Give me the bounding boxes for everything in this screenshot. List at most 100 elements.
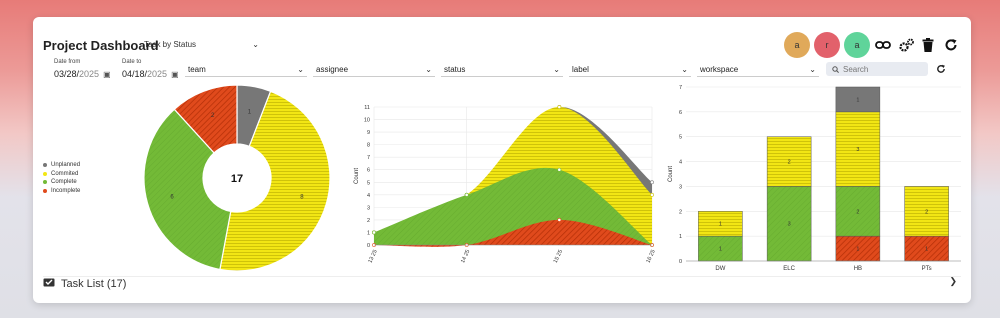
area-series-unplanned[interactable] — [374, 106, 652, 245]
date-to-label: Date to — [122, 59, 142, 65]
y-tick-label: 2 — [679, 209, 682, 215]
y-tick-label: 7 — [679, 85, 682, 91]
area-series-complete[interactable] — [374, 167, 652, 245]
area-point — [650, 243, 654, 247]
date-to-input[interactable]: 04/18/2025 ▣ — [122, 69, 179, 79]
y-tick-label: 6 — [367, 168, 370, 174]
refresh-icon[interactable] — [942, 36, 960, 54]
x-tick-label: PTs — [922, 266, 932, 272]
area-series-incomplete[interactable] — [374, 219, 652, 247]
bar-segment-incomplete[interactable] — [835, 235, 881, 262]
bar-segment-complete[interactable] — [698, 235, 743, 262]
bar-segment-complete[interactable] — [766, 186, 812, 262]
chevron-down-icon[interactable]: ❯ — [949, 276, 957, 287]
y-tick-label: 0 — [679, 259, 682, 265]
bar-segment-commited[interactable] — [698, 211, 743, 237]
workspace-filter[interactable]: workspace ⌄ — [697, 63, 819, 77]
refresh-filters-icon[interactable] — [933, 61, 949, 77]
avatar[interactable]: r — [814, 32, 840, 58]
status-filter[interactable]: status ⌄ — [441, 63, 563, 77]
bar-value-label: 2 — [788, 160, 791, 166]
area-point — [557, 105, 562, 109]
area-point — [372, 243, 376, 247]
legend-item: Incomplete — [43, 187, 80, 196]
trash-icon[interactable] — [919, 36, 937, 54]
charts-canvas: 186217 0123456789101113 25 14 25 15 25 16 2… — [143, 84, 961, 272]
search-input[interactable]: Search — [826, 62, 928, 76]
y-tick-label: 4 — [367, 193, 370, 199]
area-point — [464, 192, 469, 197]
chevron-down-icon: ⌄ — [809, 65, 816, 74]
team-filter[interactable]: team ⌄ — [185, 63, 307, 77]
legend-item: Commited — [43, 170, 80, 179]
y-tick-label: 2 — [367, 218, 370, 224]
task-list-label: Task List (17) — [61, 277, 127, 290]
x-tick-label: 16 25 — [645, 249, 656, 264]
bar-value-label: 2 — [925, 209, 928, 215]
link-icon[interactable] — [874, 36, 892, 54]
area-point — [372, 230, 376, 235]
x-tick-label: DW — [715, 266, 725, 272]
bar-segment-commited[interactable] — [835, 111, 881, 187]
pie-slice-commited[interactable] — [219, 90, 331, 272]
bar-segment-commited[interactable] — [904, 186, 949, 237]
pie-slice-incomplete[interactable] — [173, 84, 238, 154]
area-point — [557, 218, 562, 222]
area-series-commited[interactable] — [374, 107, 652, 245]
y-tick-label: 9 — [367, 130, 370, 136]
task-list-toggle[interactable]: Task List (17) — [43, 276, 961, 290]
pie-slice-label: 2 — [211, 113, 215, 119]
y-tick-label: 3 — [367, 205, 370, 211]
pie-legend: Unplanned Commited Complete Incomplete — [43, 161, 80, 195]
bar-value-label: 3 — [856, 147, 859, 153]
y-tick-label: 6 — [679, 110, 682, 116]
y-tick-label: 1 — [367, 230, 370, 236]
x-tick-label: ELC — [783, 266, 795, 272]
bar-segment-unplanned[interactable] — [835, 86, 881, 113]
area-point — [557, 105, 562, 109]
task-list-icon — [43, 277, 55, 290]
bar-value-label: 1 — [719, 247, 722, 253]
area-point — [464, 192, 469, 197]
chevron-down-icon: ⌄ — [297, 65, 304, 74]
legend-item: Complete — [43, 178, 80, 187]
y-tick-label: 0 — [367, 243, 370, 249]
chevron-down-icon: ⌄ — [553, 65, 560, 74]
calendar-icon[interactable]: ▣ — [171, 70, 179, 79]
calendar-icon[interactable]: ▣ — [103, 70, 111, 79]
avatar[interactable]: a — [784, 32, 810, 58]
bar-value-label: 1 — [856, 247, 859, 253]
y-tick-label: 3 — [679, 184, 682, 190]
x-tick-label: 13 25 — [367, 249, 378, 264]
area-point — [464, 192, 469, 197]
bar-segment-incomplete[interactable] — [904, 235, 949, 262]
y-tick-label: 10 — [364, 118, 370, 124]
pie-center-total: 17 — [231, 173, 243, 185]
y-tick-label: 5 — [679, 135, 682, 141]
y-axis-label: Count — [668, 166, 674, 182]
pie-slice-label: 6 — [170, 194, 174, 200]
bar-segment-complete[interactable] — [835, 186, 881, 237]
date-from-input[interactable]: 03/28/2025 ▣ — [54, 69, 111, 79]
chevron-down-icon: ⌄ — [425, 65, 432, 74]
view-select-value: Task by Status — [144, 40, 197, 49]
label-filter[interactable]: label ⌄ — [569, 63, 691, 77]
bar-value-label: 1 — [925, 247, 928, 253]
assignee-filter[interactable]: assignee ⌄ — [313, 63, 435, 77]
y-axis-label: Count — [354, 168, 360, 184]
gears-icon[interactable] — [898, 36, 916, 54]
bar-value-label: 3 — [788, 222, 791, 228]
pie-slice-unplanned[interactable] — [236, 84, 272, 148]
bar-value-label: 1 — [856, 97, 859, 103]
y-tick-label: 8 — [367, 143, 370, 149]
search-icon — [832, 65, 839, 73]
y-tick-label: 5 — [367, 180, 370, 186]
view-select[interactable]: Task by Status ⌄ — [140, 37, 263, 52]
area-point — [372, 230, 376, 235]
x-tick-label: HB — [854, 266, 862, 272]
area-point — [557, 167, 562, 172]
chevron-down-icon: ⌄ — [252, 40, 259, 49]
bar-segment-commited[interactable] — [766, 136, 812, 187]
pie-slice-complete[interactable] — [143, 108, 232, 271]
avatar[interactable]: a — [844, 32, 870, 58]
